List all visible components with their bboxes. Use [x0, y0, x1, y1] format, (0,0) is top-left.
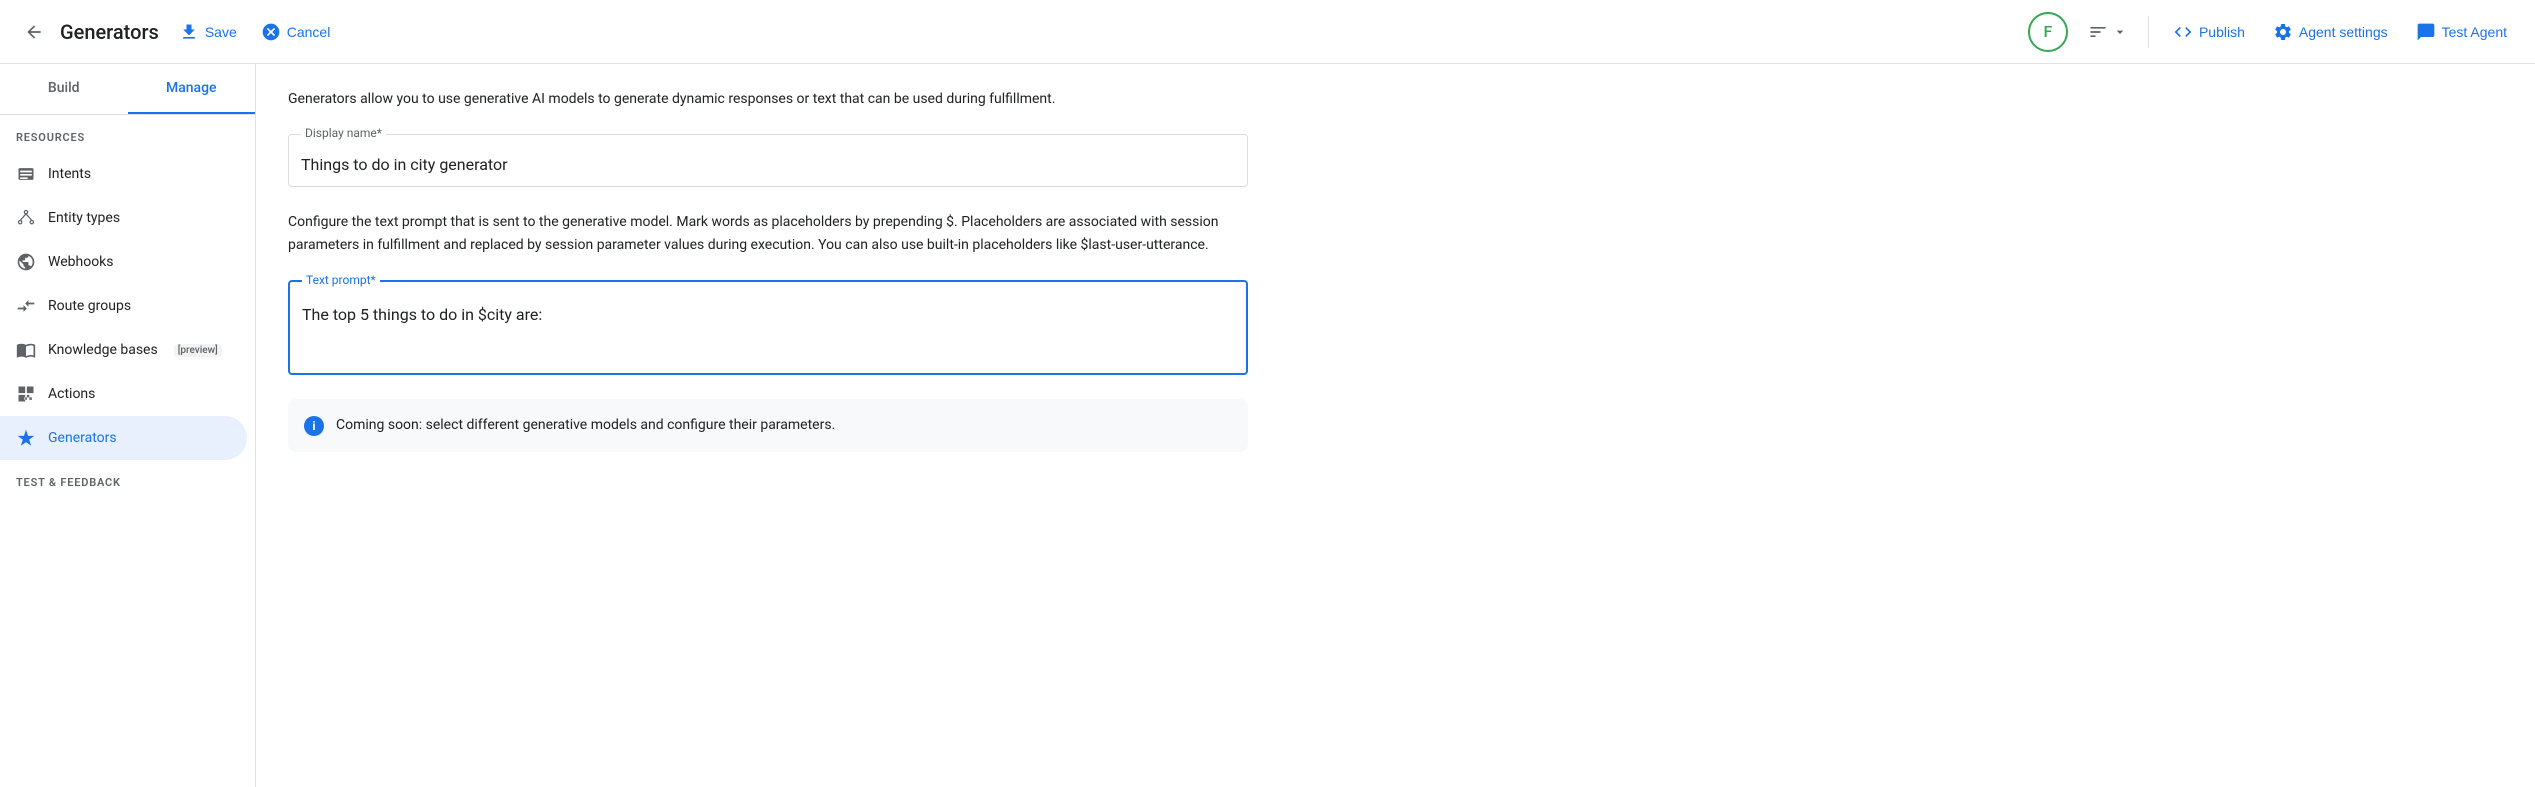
save-button[interactable]: Save	[175, 14, 241, 50]
display-name-label: Display name*	[301, 126, 386, 140]
text-prompt-label: Text prompt*	[302, 273, 380, 287]
info-icon: i	[304, 416, 324, 436]
intents-label: Intents	[48, 166, 91, 182]
webhooks-label: Webhooks	[48, 254, 114, 270]
topbar-right: Publish Agent settings Test Agent	[2161, 14, 2519, 50]
topbar-actions: Save Cancel	[175, 14, 335, 50]
generators-icon	[16, 428, 36, 448]
display-name-field-wrapper: Display name*	[288, 134, 1248, 187]
text-prompt-field-wrapper: Text prompt*	[288, 280, 1248, 375]
publish-icon	[2173, 22, 2193, 42]
save-icon	[179, 22, 199, 42]
sidebar-tabs: Build Manage	[0, 64, 255, 115]
test-feedback-label: TEST & FEEDBACK	[0, 460, 255, 497]
back-button[interactable]	[16, 14, 52, 50]
info-text: Coming soon: select different generative…	[336, 415, 835, 436]
text-prompt-input[interactable]	[290, 282, 1246, 369]
text-prompt-field-box: Text prompt*	[288, 280, 1248, 375]
sort-button[interactable]	[2080, 14, 2136, 50]
sort-dropdown-icon	[2112, 24, 2128, 40]
sort-icon	[2088, 22, 2108, 42]
cancel-icon	[261, 22, 281, 42]
avatar: F	[2028, 12, 2068, 52]
main-description: Generators allow you to use generative A…	[288, 88, 1248, 110]
entity-types-label: Entity types	[48, 210, 120, 226]
page-title: Generators	[60, 20, 159, 44]
knowledge-bases-badge: [preview]	[174, 344, 222, 357]
sidebar-item-webhooks[interactable]: Webhooks	[0, 240, 247, 284]
knowledge-bases-icon	[16, 340, 36, 360]
sidebar-item-generators[interactable]: Generators	[0, 416, 247, 460]
test-agent-icon	[2416, 22, 2436, 42]
sidebar: Build Manage RESOURCES Intents	[0, 64, 256, 787]
generators-label: Generators	[48, 430, 117, 446]
cancel-button[interactable]: Cancel	[257, 14, 335, 50]
topbar-left: Generators Save Cancel	[16, 14, 334, 50]
display-name-field-box: Display name*	[288, 134, 1248, 187]
sidebar-item-actions[interactable]: Actions	[0, 372, 247, 416]
sidebar-item-intents[interactable]: Intents	[0, 152, 247, 196]
main-layout: Build Manage RESOURCES Intents	[0, 64, 2535, 787]
display-name-input[interactable]	[289, 135, 1247, 186]
prompt-description: Configure the text prompt that is sent t…	[288, 211, 1248, 256]
publish-button[interactable]: Publish	[2161, 14, 2257, 50]
route-groups-label: Route groups	[48, 298, 131, 314]
divider	[2148, 16, 2149, 48]
back-icon	[24, 22, 44, 42]
tab-manage[interactable]: Manage	[128, 64, 256, 114]
agent-settings-icon	[2273, 22, 2293, 42]
info-box: i Coming soon: select different generati…	[288, 399, 1248, 452]
agent-settings-button[interactable]: Agent settings	[2261, 14, 2400, 50]
knowledge-bases-label: Knowledge bases	[48, 342, 158, 358]
entity-types-icon	[16, 208, 36, 228]
sidebar-item-knowledge-bases[interactable]: Knowledge bases [preview]	[0, 328, 247, 372]
intents-icon	[16, 164, 36, 184]
content-area: Generators allow you to use generative A…	[256, 64, 2535, 787]
route-groups-icon	[16, 296, 36, 316]
actions-icon	[16, 384, 36, 404]
test-agent-button[interactable]: Test Agent	[2404, 14, 2519, 50]
sidebar-item-route-groups[interactable]: Route groups	[0, 284, 247, 328]
webhooks-icon	[16, 252, 36, 272]
sidebar-item-entity-types[interactable]: Entity types	[0, 196, 247, 240]
topbar: Generators Save Cancel F	[0, 0, 2535, 64]
resources-label: RESOURCES	[0, 115, 255, 152]
actions-label: Actions	[48, 386, 95, 402]
tab-build[interactable]: Build	[0, 64, 128, 114]
